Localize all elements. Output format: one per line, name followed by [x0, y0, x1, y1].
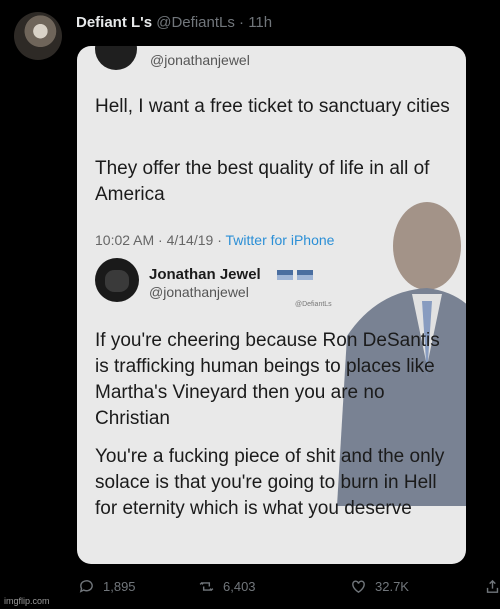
tweet-header: Defiant L's @DefiantLs · 11h	[76, 14, 272, 31]
tweet-time[interactable]: 11h	[248, 14, 272, 31]
quoted-meta: 10:02 AM · 4/14/19 · Twitter for iPhone	[95, 232, 334, 248]
retweet-count: 6,403	[223, 579, 256, 594]
nested-avatar	[95, 258, 139, 302]
quoted-handle-top: @jonathanjewel	[150, 52, 250, 68]
share-icon	[486, 579, 499, 593]
flag-icon	[297, 270, 313, 280]
quoted-screenshot-card[interactable]: @jonathanjewel Hell, I want a free ticke…	[77, 46, 466, 564]
retweet-icon	[199, 581, 214, 592]
quoted-timestamp: 10:02 AM · 4/14/19 ·	[95, 232, 222, 248]
reply-button[interactable]: 1,895	[78, 578, 136, 595]
author-avatar[interactable]	[14, 12, 62, 60]
nested-text-paragraph-1: If you're cheering because Ron DeSantis …	[95, 330, 440, 429]
quoted-text-paragraph-1: Hell, I want a free ticket to sanctuary …	[95, 96, 450, 117]
cat-icon	[105, 270, 129, 292]
nested-author-handle: @jonathanjewel	[149, 284, 249, 300]
reply-icon	[79, 580, 93, 593]
share-button[interactable]	[484, 578, 500, 598]
flag-icon	[277, 270, 293, 280]
heart-icon	[352, 580, 365, 594]
quoted-avatar-top	[95, 46, 137, 70]
flag-emojis	[277, 267, 317, 285]
quoted-text-paragraph-2: They offer the best quality of life in a…	[95, 158, 430, 205]
quoted-source-link: Twitter for iPhone	[225, 232, 335, 248]
imgflip-watermark: imgflip.com	[4, 596, 50, 606]
watermark: @DefiantLs	[295, 301, 332, 308]
retweet-button[interactable]: 6,403	[198, 578, 256, 595]
reply-count: 1,895	[103, 579, 136, 594]
separator-dot: ·	[239, 14, 245, 31]
like-count: 32.7K	[375, 579, 409, 594]
nested-text-paragraph-2: You're a fucking piece of shit and the o…	[95, 446, 445, 519]
like-button[interactable]: 32.7K	[350, 578, 409, 595]
author-name[interactable]: Defiant L's	[76, 14, 152, 31]
author-handle[interactable]: @DefiantLs	[156, 14, 235, 31]
nested-author-name: Jonathan Jewel	[149, 266, 261, 283]
tweet-actions: 1,895 6,403 32.7K	[78, 578, 500, 598]
